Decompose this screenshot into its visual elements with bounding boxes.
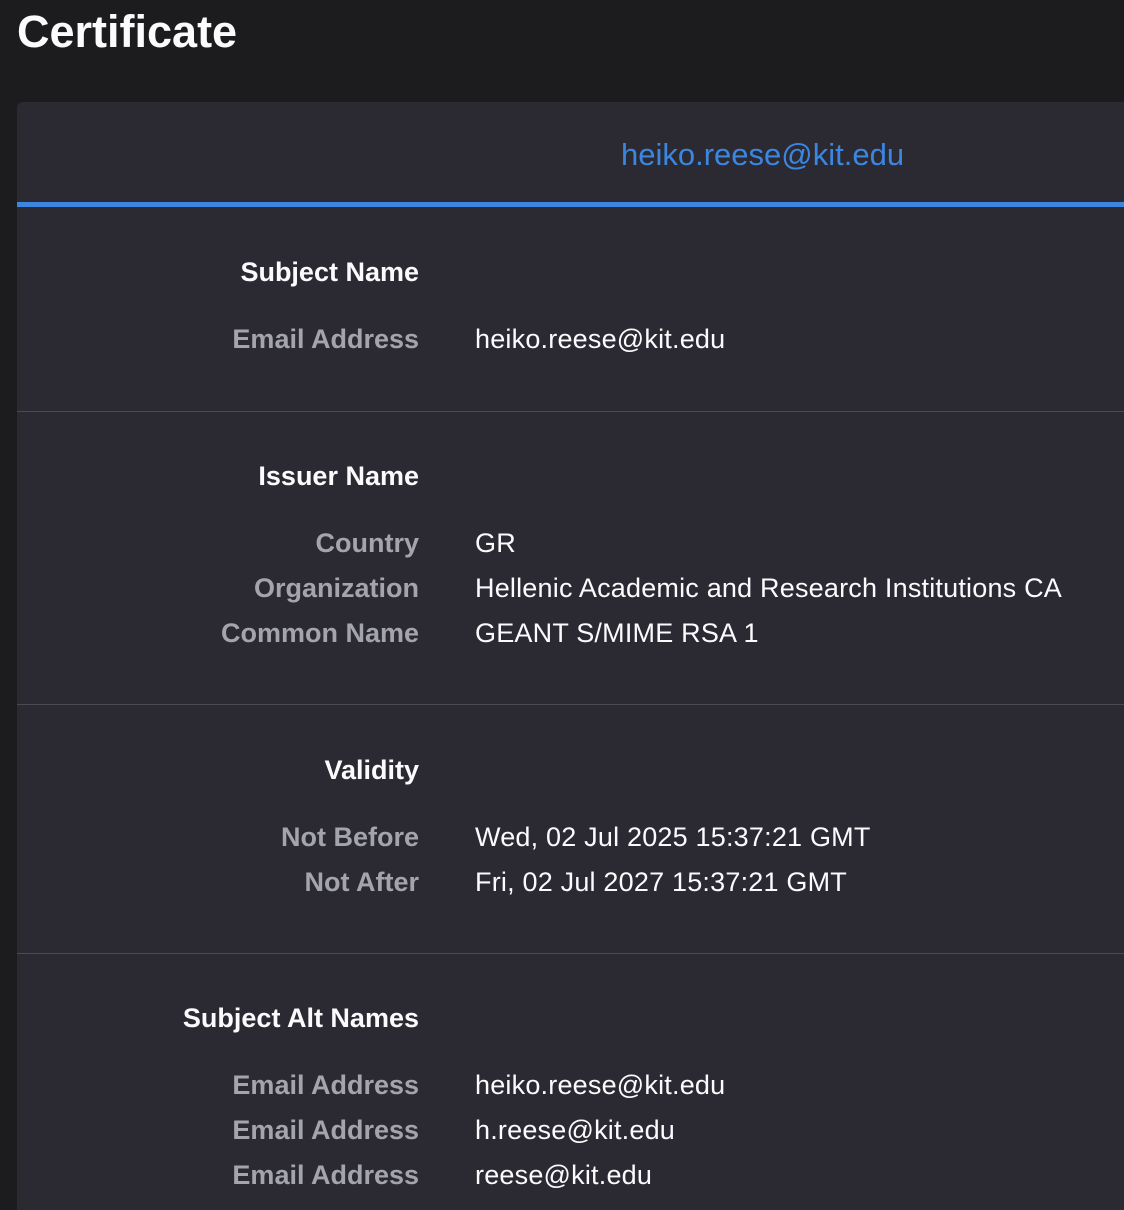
tab-certificate-heiko-reese[interactable]: heiko.reese@kit.edu — [621, 136, 904, 174]
tab-bar: heiko.reese@kit.edu — [17, 102, 1124, 207]
info-row: Email Address h.reese@kit.edu — [17, 1113, 1124, 1153]
info-row: Country GR — [17, 526, 1124, 566]
section-validity: Validity Not Before Wed, 02 Jul 2025 15:… — [17, 705, 1124, 954]
info-row: Not Before Wed, 02 Jul 2025 15:37:21 GMT — [17, 820, 1124, 860]
section-heading-subject-name: Subject Name — [240, 257, 419, 287]
row-label: Organization — [253, 573, 419, 603]
row-value: h.reese@kit.edu — [475, 1115, 676, 1145]
certificate-card: heiko.reese@kit.edu Subject Name Email A… — [17, 102, 1124, 1210]
row-label: Email Address — [232, 1070, 419, 1100]
row-label: Email Address — [232, 1115, 419, 1145]
section-heading-validity: Validity — [324, 755, 419, 785]
row-value: heiko.reese@kit.edu — [475, 324, 726, 354]
row-value: reese@kit.edu — [475, 1160, 653, 1190]
row-value: Wed, 02 Jul 2025 15:37:21 GMT — [475, 822, 871, 852]
row-label: Not Before — [280, 822, 419, 852]
row-value: Hellenic Academic and Research Instituti… — [475, 573, 1062, 603]
info-row: Organization Hellenic Academic and Resea… — [17, 571, 1124, 611]
section-subject-name: Subject Name Email Address heiko.reese@k… — [17, 207, 1124, 412]
info-row: Email Address heiko.reese@kit.edu — [17, 1068, 1124, 1108]
info-row: Email Address heiko.reese@kit.edu — [17, 322, 1124, 362]
info-row: Common Name GEANT S/MIME RSA 1 — [17, 616, 1124, 656]
row-value: GEANT S/MIME RSA 1 — [475, 618, 759, 648]
row-value: Fri, 02 Jul 2027 15:37:21 GMT — [475, 867, 847, 897]
info-row: Email Address reese@kit.edu — [17, 1158, 1124, 1198]
row-value: GR — [475, 528, 516, 558]
row-label: Country — [315, 528, 420, 558]
certificate-viewer-page: Certificate heiko.reese@kit.edu Subject … — [0, 0, 1124, 1210]
row-label: Not After — [304, 867, 420, 897]
section-issuer-name: Issuer Name Country GR Organization Hell… — [17, 412, 1124, 705]
row-label: Email Address — [232, 1160, 419, 1190]
section-heading-subject-alt-names: Subject Alt Names — [182, 1003, 419, 1033]
row-label: Common Name — [220, 618, 419, 648]
info-row: Not After Fri, 02 Jul 2027 15:37:21 GMT — [17, 865, 1124, 905]
section-subject-alt-names: Subject Alt Names Email Address heiko.re… — [17, 954, 1124, 1210]
row-value: heiko.reese@kit.edu — [475, 1070, 726, 1100]
page-title: Certificate — [17, 6, 238, 57]
section-heading-issuer-name: Issuer Name — [258, 461, 419, 491]
row-label: Email Address — [232, 324, 419, 354]
